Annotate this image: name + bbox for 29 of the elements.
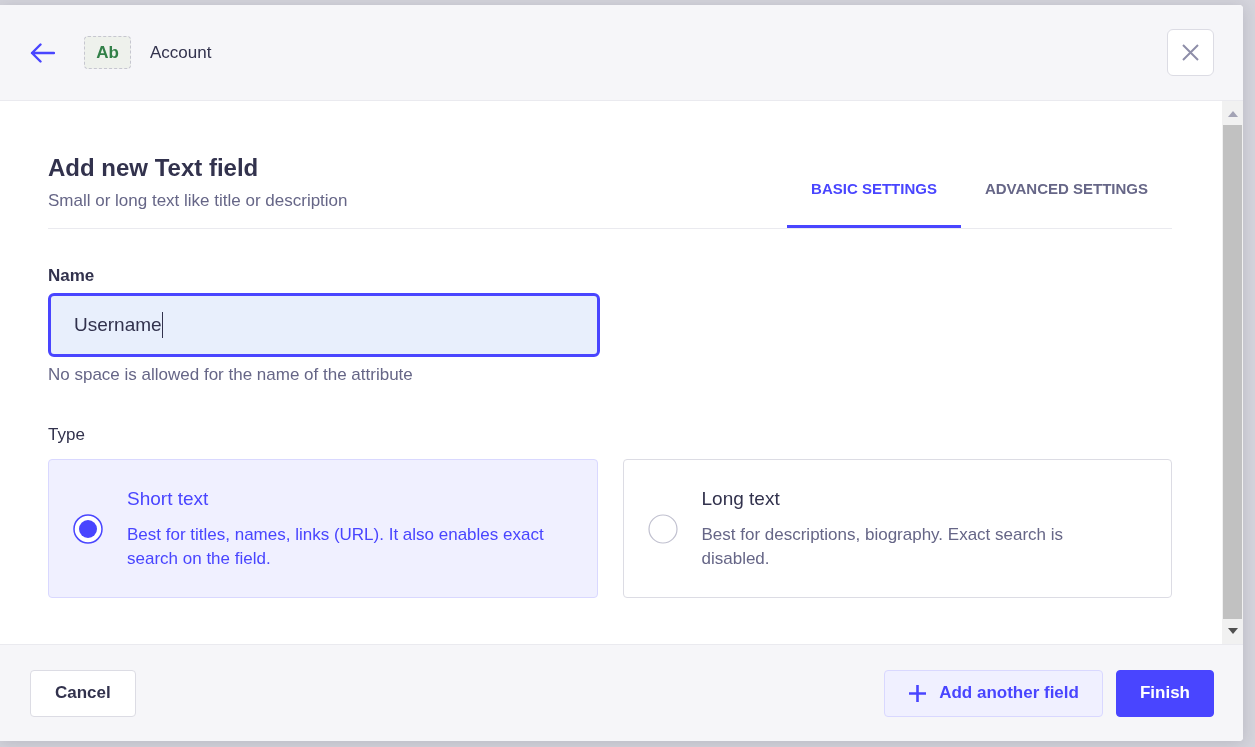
header-title: Account <box>150 41 212 64</box>
dialog-subtitle: Small or long text like title or description <box>48 190 349 212</box>
caret-up-icon[interactable] <box>1227 111 1238 117</box>
caret-down-icon[interactable] <box>1227 628 1238 634</box>
close-icon <box>1182 44 1199 61</box>
scrollbar-thumb[interactable] <box>1223 125 1242 619</box>
scrollbar-track[interactable] <box>1222 101 1243 644</box>
type-option-card[interactable]: Short text Best for titles, names, links (URL). It also enables exact search on the field. <box>48 459 598 598</box>
radio-button-icon[interactable] <box>73 513 103 544</box>
radio-button-icon[interactable] <box>647 513 678 544</box>
option-description: Best for titles, names, links (URL). It also enables exact search on the field. <box>127 524 545 570</box>
field-label: Type <box>48 424 86 446</box>
field-label: Name <box>48 265 96 287</box>
add-field-button[interactable]: Add another field <box>884 669 1103 717</box>
field-hint: No space is allowed for the name of the attribute <box>48 364 414 386</box>
name-input[interactable]: Username <box>48 293 600 357</box>
finish-button[interactable]: Finish <box>1115 669 1214 717</box>
settings-tab[interactable]: ADVANCED SETTINGS <box>960 179 1172 228</box>
settings-tab[interactable]: BASIC SETTINGS <box>787 179 961 228</box>
back-arrow-icon[interactable] <box>30 42 55 63</box>
close-button[interactable] <box>1167 29 1214 76</box>
plus-icon <box>908 683 928 703</box>
option-title: Long text <box>701 487 781 511</box>
cancel-button[interactable]: Cancel <box>30 669 136 717</box>
option-description: Best for descriptions, biography. Exact search is disabled. <box>701 524 1065 570</box>
type-option-card[interactable]: Long text Best for descriptions, biography. Exact search is disabled. <box>622 459 1172 598</box>
option-title: Short text <box>127 487 210 511</box>
field-type-badge: Ab <box>84 36 131 69</box>
dialog-title: Add new Text field <box>48 153 260 183</box>
